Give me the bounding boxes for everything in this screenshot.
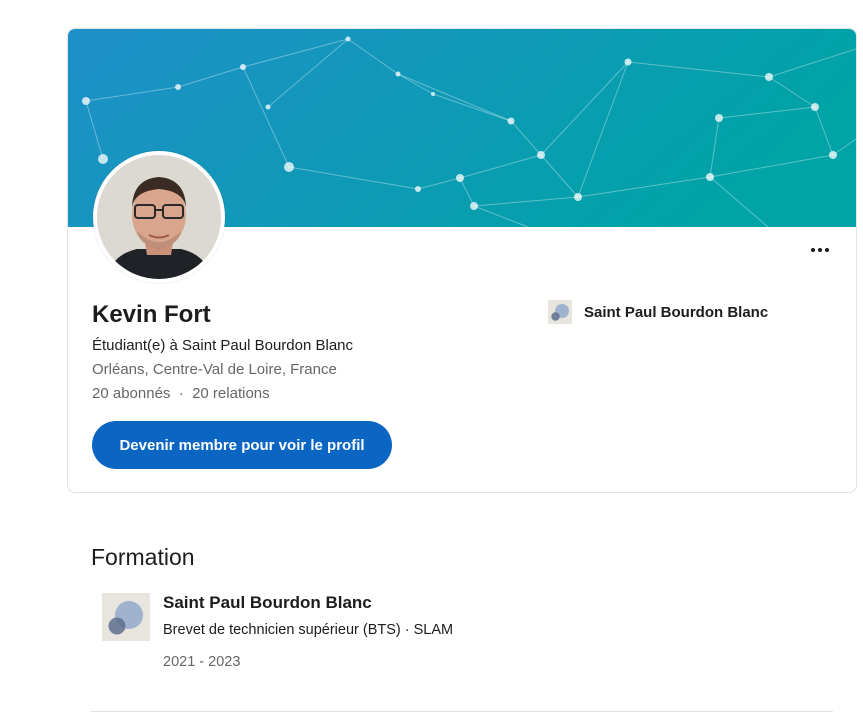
current-school-link[interactable]: Saint Paul Bourdon Blanc	[548, 300, 768, 324]
profile-headline: Étudiant(e) à Saint Paul Bourdon Blanc	[92, 337, 353, 354]
school-logo-icon	[102, 593, 150, 641]
connections-count: 20 relations	[192, 385, 270, 402]
profile-avatar	[93, 151, 225, 283]
stats-separator: ·	[170, 385, 193, 402]
profile-location: Orléans, Centre-Val de Loire, France	[92, 361, 337, 378]
more-actions-icon[interactable]	[805, 240, 835, 260]
school-logo-icon	[548, 300, 572, 324]
profile-name: Kevin Fort	[92, 301, 211, 328]
section-divider	[91, 711, 833, 712]
education-dates: 2021 - 2023	[163, 654, 241, 670]
education-section-title: Formation	[91, 544, 195, 570]
education-school-name[interactable]: Saint Paul Bourdon Blanc	[163, 593, 372, 613]
join-to-view-profile-button[interactable]: Devenir membre pour voir le profil	[92, 421, 392, 469]
profile-card: Kevin Fort Étudiant(e) à Saint Paul Bour…	[67, 28, 857, 493]
followers-count: 20 abonnés	[92, 385, 171, 402]
education-degree: Brevet de technicien supérieur (BTS) · S…	[163, 622, 454, 638]
current-school-name: Saint Paul Bourdon Blanc	[584, 303, 769, 321]
profile-stats: 20 abonnés · 20 relations	[92, 385, 270, 402]
